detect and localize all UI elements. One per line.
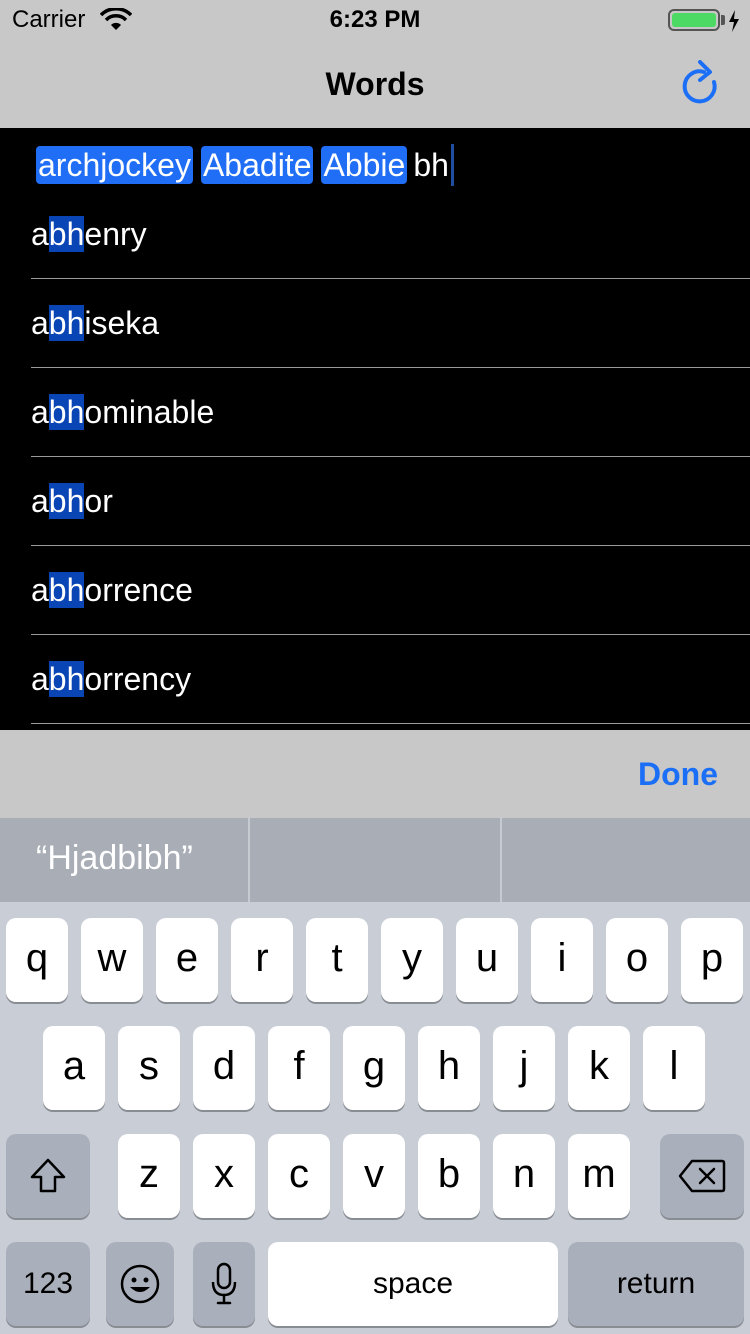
key-r[interactable]: r xyxy=(231,918,293,1002)
key-j[interactable]: j xyxy=(493,1026,555,1110)
list-item[interactable]: abhiseka xyxy=(0,279,750,368)
list-item[interactable]: abhenry xyxy=(0,190,750,279)
key-z[interactable]: z xyxy=(118,1134,180,1218)
microphone-icon xyxy=(211,1262,237,1305)
word-label: abhenry xyxy=(31,216,147,252)
shift-icon xyxy=(30,1158,66,1193)
key-b[interactable]: b xyxy=(418,1134,480,1218)
word-label: abhominable xyxy=(31,394,215,430)
emoji-icon xyxy=(120,1264,160,1304)
numbers-key[interactable]: 123 xyxy=(6,1242,90,1326)
shift-key[interactable] xyxy=(6,1134,90,1218)
battery-level xyxy=(672,13,716,27)
key-i[interactable]: i xyxy=(531,918,593,1002)
token[interactable]: Abadite xyxy=(200,146,314,184)
key-y[interactable]: y xyxy=(381,918,443,1002)
match-highlight: bh xyxy=(48,661,85,697)
space-key[interactable]: space xyxy=(268,1242,558,1326)
word-label: abhorrence xyxy=(31,572,193,608)
keyboard-accessory-bar: Done xyxy=(0,730,750,818)
key-h[interactable]: h xyxy=(418,1026,480,1110)
return-key[interactable]: return xyxy=(568,1242,744,1326)
key-m[interactable]: m xyxy=(568,1134,630,1218)
key-s[interactable]: s xyxy=(118,1026,180,1110)
list-item[interactable]: abhominable xyxy=(0,368,750,457)
match-highlight: bh xyxy=(48,394,85,430)
key-l[interactable]: l xyxy=(643,1026,705,1110)
battery-nub xyxy=(721,15,725,25)
delete-key[interactable] xyxy=(660,1134,744,1218)
suggestion[interactable]: “Hjadbibh” xyxy=(36,818,193,902)
key-f[interactable]: f xyxy=(268,1026,330,1110)
results-list: abhenry abhiseka abhominable abhor abhor… xyxy=(0,190,750,730)
page-title: Words xyxy=(325,66,425,102)
token[interactable]: Abbie xyxy=(321,146,408,184)
key-o[interactable]: o xyxy=(606,918,668,1002)
refresh-icon[interactable] xyxy=(678,60,724,110)
key-e[interactable]: e xyxy=(156,918,218,1002)
key-q[interactable]: q xyxy=(6,918,68,1002)
list-item[interactable]: abhor xyxy=(0,457,750,546)
key-w[interactable]: w xyxy=(81,918,143,1002)
charging-bolt-icon xyxy=(729,10,739,32)
word-label: abhorrency xyxy=(31,661,192,697)
word-label: abhor xyxy=(31,483,113,519)
match-highlight: bh xyxy=(48,483,85,519)
token-list: archjockey Abadite Abbie bh xyxy=(36,144,454,186)
status-time: 6:23 PM xyxy=(329,6,421,33)
match-highlight: bh xyxy=(48,305,85,341)
key-a[interactable]: a xyxy=(43,1026,105,1110)
text-cursor xyxy=(450,144,454,186)
microphone-key[interactable] xyxy=(193,1242,255,1326)
key-v[interactable]: v xyxy=(343,1134,405,1218)
done-button[interactable]: Done xyxy=(638,756,718,793)
match-highlight: bh xyxy=(48,216,85,252)
key-u[interactable]: u xyxy=(456,918,518,1002)
typed-text[interactable]: bh xyxy=(413,146,449,184)
key-c[interactable]: c xyxy=(268,1134,330,1218)
key-g[interactable]: g xyxy=(343,1026,405,1110)
suggestion-divider xyxy=(248,818,250,902)
key-k[interactable]: k xyxy=(568,1026,630,1110)
emoji-key[interactable] xyxy=(106,1242,174,1326)
key-d[interactable]: d xyxy=(193,1026,255,1110)
match-highlight: bh xyxy=(48,572,85,608)
row-separator xyxy=(31,723,750,724)
navigation-bar: Words xyxy=(0,40,750,128)
battery-icon xyxy=(668,9,720,31)
key-n[interactable]: n xyxy=(493,1134,555,1218)
list-item[interactable]: abhorrence xyxy=(0,546,750,635)
suggestion-divider xyxy=(500,818,502,902)
predictive-bar: “Hjadbibh” xyxy=(0,818,750,902)
token[interactable]: archjockey xyxy=(36,146,193,184)
word-label: abhiseka xyxy=(31,305,160,341)
delete-icon xyxy=(678,1159,726,1193)
key-x[interactable]: x xyxy=(193,1134,255,1218)
key-t[interactable]: t xyxy=(306,918,368,1002)
keyboard: q w e r t y u i o p a s d f g h j k l z … xyxy=(0,902,750,1334)
list-item[interactable]: abhorrency xyxy=(0,635,750,724)
key-p[interactable]: p xyxy=(681,918,743,1002)
status-bar: Carrier 6:23 PM xyxy=(0,0,750,40)
